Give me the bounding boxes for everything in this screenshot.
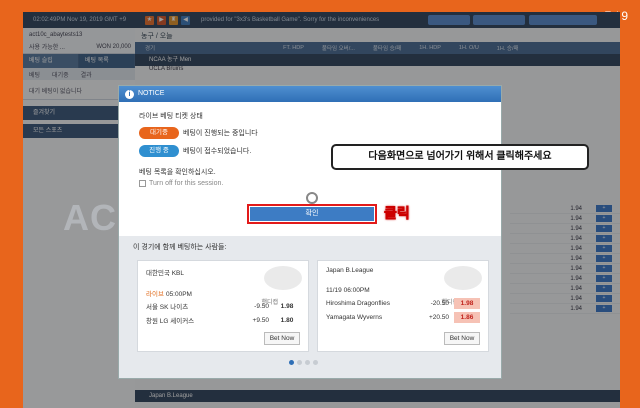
team-name: Yamagata Wyverns — [326, 313, 383, 321]
turnoff-label: Turn off for this session. — [149, 180, 224, 187]
team-row: Yamagata Wyverns +20.50 1.86 — [326, 310, 480, 324]
team-odds[interactable]: 1.98 — [454, 297, 480, 309]
live-tag: 라이브 — [146, 291, 164, 298]
turnoff-checkbox-row[interactable]: Turn off for this session. — [139, 180, 481, 187]
carousel-dot[interactable] — [297, 360, 302, 365]
modal-title: NOTICE — [138, 90, 165, 97]
pending-text: 베팅이 진행되는 중입니다 — [183, 130, 258, 137]
team-name: Hiroshima Dragonflies — [326, 299, 390, 307]
team-odds[interactable]: 1.80 — [274, 315, 300, 326]
team-row: Hiroshima Dragonflies -20.50 1.98 — [326, 296, 480, 310]
pending-badge: 대기중 — [139, 127, 179, 139]
carousel-dot[interactable] — [313, 360, 318, 365]
match-card: Japan B.League 11/19 06:00PM 핸디캡 Hiroshi… — [317, 260, 489, 352]
modal-titlebar: i NOTICE — [119, 86, 501, 102]
match-card: 대한민국 KBL 라이브 05:00PM 핸디캡 서울 SK 나이츠 -9.50 … — [137, 260, 309, 352]
team-handicap: +20.50 — [428, 313, 449, 321]
confirm-highlight: 확인 — [247, 204, 377, 224]
carousel-dot[interactable] — [305, 360, 310, 365]
accepted-text: 베팅이 접수되었습니다. — [183, 148, 252, 155]
callout-connector — [311, 156, 313, 196]
callout-connector-h — [311, 156, 333, 158]
card-time: 05:00PM — [165, 291, 192, 298]
info-icon: i — [125, 89, 134, 99]
notice-modal: i NOTICE 라이브 베팅 티켓 상태 대기중 베팅이 진행되는 중입니다 … — [118, 85, 502, 379]
team-row: 창원 LG 세이커스 +9.50 1.80 — [146, 313, 300, 327]
team-odds[interactable]: 1.86 — [454, 311, 480, 323]
bet-now-button[interactable]: Bet Now — [444, 332, 480, 345]
team-handicap: -9.50 — [254, 302, 269, 310]
status-pending: 대기중 베팅이 진행되는 중입니다 — [139, 127, 481, 139]
bet-now-button[interactable]: Bet Now — [264, 332, 300, 345]
ticket-status-heading: 라이브 베팅 티켓 상태 — [139, 113, 203, 120]
carousel-dot[interactable] — [289, 360, 294, 365]
team-handicap: +9.50 — [252, 316, 269, 324]
others-section: 이 경기에 함께 베팅하는 사람들: 대한민국 KBL 라이브 05:00PM 핸… — [119, 236, 501, 378]
click-label: 클릭 — [384, 205, 410, 222]
instruction-callout: 다음화면으로 넘어가기 위해서 클릭해주세요 — [331, 144, 589, 170]
carousel-dots — [289, 360, 321, 365]
callout-anchor — [306, 192, 318, 204]
turnoff-checkbox[interactable] — [139, 180, 146, 187]
team-name: 창원 LG 세이커스 — [146, 318, 195, 325]
team-handicap: -20.50 — [430, 299, 449, 307]
team-name: 서울 SK 나이츠 — [146, 304, 189, 311]
confirm-button[interactable]: 확인 — [250, 207, 374, 221]
card-time: 11/19 06:00PM — [326, 286, 370, 294]
accepted-badge: 진행 중 — [139, 145, 179, 157]
team-row: 서울 SK 나이츠 -9.50 1.98 — [146, 299, 300, 313]
others-title: 이 경기에 함께 베팅하는 사람들: — [133, 244, 227, 251]
team-odds[interactable]: 1.98 — [274, 301, 300, 312]
